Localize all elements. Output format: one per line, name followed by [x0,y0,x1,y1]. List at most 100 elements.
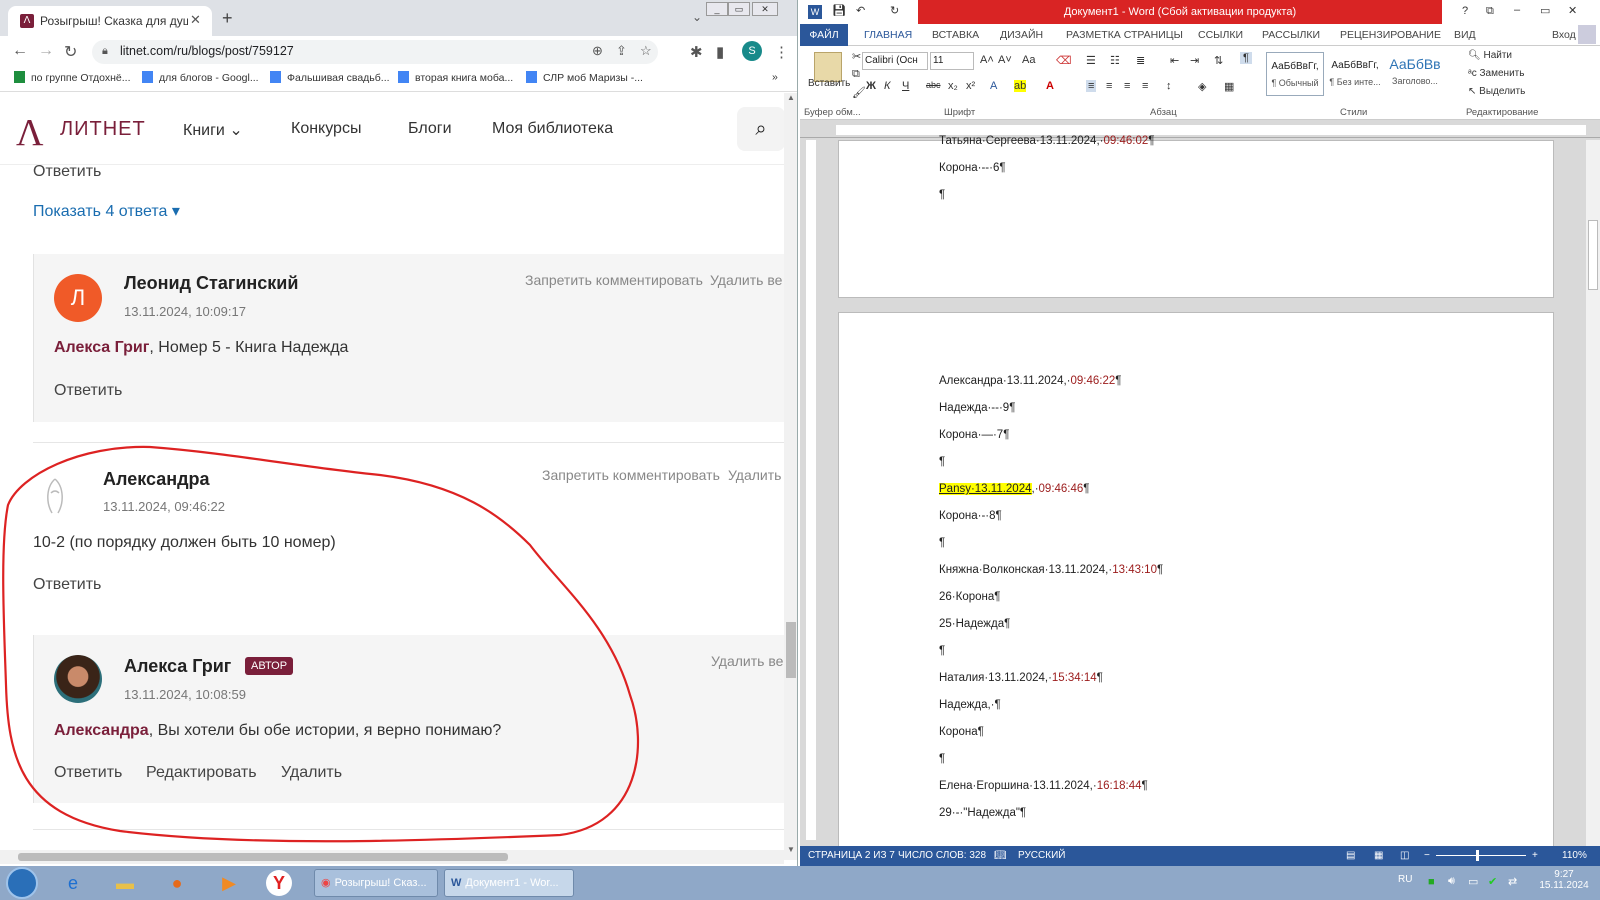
copy-icon[interactable]: ⧉ [852,68,860,81]
nav-contests[interactable]: Конкурсы [291,120,361,138]
format-painter-icon[interactable]: 🖌︎ [852,86,866,99]
taskbar-word-task[interactable]: W Документ1 - Wor... [444,869,574,897]
tab-references[interactable]: ССЫЛКИ [1198,29,1243,41]
close-tab-icon[interactable]: ✕ [190,12,201,28]
reply-link[interactable]: Ответить [33,165,101,181]
zoom-slider-thumb[interactable] [1476,850,1479,861]
logo-text[interactable]: ЛИТНЕТ [60,118,146,141]
firefox-icon[interactable]: ● [162,870,192,896]
decrease-indent-icon[interactable]: ⇤ [1170,54,1179,67]
sort-icon[interactable]: ⇅ [1214,54,1223,67]
scrollbar-thumb[interactable] [18,853,508,861]
delete-link[interactable]: Удалить ве [711,653,783,669]
align-center-icon[interactable]: ≡ [1106,80,1112,92]
folder-icon[interactable]: ▬ [110,870,140,896]
multilevel-icon[interactable]: ≣ [1136,54,1145,67]
share-icon[interactable]: ⇪ [616,43,627,59]
underline-icon[interactable]: Ч [902,80,909,92]
paste-button[interactable]: Вставить [808,78,850,89]
language-indicator[interactable]: РУССКИЙ [1018,850,1065,861]
browser-tab[interactable]: Λ Розыгрыш! Сказка для души - Б ✕ [8,6,212,36]
page-indicator[interactable]: СТРАНИЦА 2 ИЗ 7 [808,850,895,861]
close-icon[interactable]: ✕ [1568,4,1577,17]
replace-button[interactable]: ᵃc Заменить [1468,68,1524,79]
reload-icon[interactable]: ↻ [64,42,77,62]
yandex-icon[interactable]: Y [266,870,292,896]
ribbon-display-icon[interactable]: ⧉ [1486,5,1494,18]
signin-link[interactable]: Вход [1552,29,1576,41]
document-line[interactable]: Корона·-·8¶ [939,510,1002,522]
restore-button[interactable]: ▭ [728,2,750,16]
document-line[interactable]: ¶ [939,456,945,468]
increase-indent-icon[interactable]: ⇥ [1190,54,1199,67]
align-left-icon[interactable]: ≡ [1086,80,1097,92]
document-line[interactable]: Елена·Егоршина·13.11.2024,·16:18:44¶ [939,780,1148,792]
maximize-icon[interactable]: ▭ [1540,4,1550,17]
font-color-icon[interactable]: A [1046,80,1054,92]
document-line[interactable]: Корона·—·7¶ [939,429,1009,441]
document-line[interactable]: ¶ [939,189,945,201]
start-button[interactable] [6,867,38,899]
zoom-icon[interactable]: ⊕ [592,43,603,59]
web-layout-icon[interactable]: ◫ [1400,850,1409,861]
numbering-icon[interactable]: ☷ [1110,54,1120,67]
more-bookmarks-icon[interactable]: » [772,71,778,83]
find-button[interactable]: 🔍︎ Найти [1468,50,1512,61]
grow-font-icon[interactable]: A˄ [980,54,994,66]
profile-avatar[interactable]: S [742,41,762,61]
strikethrough-icon[interactable]: abc [926,80,941,90]
document-line[interactable]: Наталия·13.11.2024,·15:34:14¶ [939,672,1103,684]
media-player-icon[interactable]: ▶ [214,870,244,896]
bookmark-item[interactable]: Фальшивая свадьб... [270,71,390,84]
highlight-icon[interactable]: ab [1014,80,1027,92]
superscript-icon[interactable]: x² [966,80,975,92]
nav-my-library[interactable]: Моя библиотека [492,120,613,138]
minimize-icon[interactable]: – [1514,4,1520,16]
document-line[interactable]: Корона·--·6¶ [939,162,1006,174]
tab-insert[interactable]: ВСТАВКА [932,29,979,41]
read-mode-icon[interactable]: ▤ [1346,850,1355,861]
align-right-icon[interactable]: ≡ [1124,80,1130,92]
word-count[interactable]: ЧИСЛО СЛОВ: 328 [898,850,986,861]
document-line[interactable]: 25·Надежда¶ [939,618,1010,630]
show-replies-link[interactable]: Показать 4 ответа ▾ [33,201,180,221]
scroll-up-icon[interactable]: ▲ [787,93,795,102]
document-line[interactable]: Княжна·Волконская·13.11.2024,·13:43:10¶ [939,564,1163,576]
comment-author[interactable]: Леонид Стагинский [124,273,298,294]
show-marks-icon[interactable]: ¶ [1240,52,1252,64]
lock-icon[interactable]: 🔒︎ [102,45,108,58]
document-page[interactable]: Татьяна·Сергеева·13.11.2024,·09:46:02¶ Ко… [838,135,1554,298]
shrink-font-icon[interactable]: A˅ [998,54,1012,66]
undo-icon[interactable]: ↶ [856,4,865,17]
style-no-spacing[interactable]: АаБбВвГг, ¶ Без инте... [1326,52,1384,96]
tab-file[interactable]: ФАЙЛ [800,24,848,46]
minimize-button[interactable]: _ [706,2,728,16]
help-icon[interactable]: ? [1462,5,1468,17]
taskbar-chrome-task[interactable]: ◉ Розыгрыш! Сказ... [314,869,438,897]
user-avatar-icon[interactable] [1578,25,1596,44]
text-effects-icon[interactable]: A [990,80,997,92]
tab-design[interactable]: ДИЗАЙН [1000,29,1043,41]
bookmark-star-icon[interactable]: ☆ [640,43,652,59]
litnet-logo-icon[interactable]: Λ [16,111,44,155]
document-line[interactable]: 29·-·"Надежда"¶ [939,807,1026,819]
select-button[interactable]: ↖ Выделить [1468,86,1525,97]
shading-icon[interactable]: ◈ [1198,80,1206,93]
font-name-select[interactable]: Calibri (Осн [862,52,928,70]
save-icon[interactable]: 💾︎ [832,4,846,17]
internet-explorer-icon[interactable]: e [58,870,88,896]
avatar[interactable]: Л [54,274,102,322]
document-line[interactable]: 26·Корона¶ [939,591,1000,603]
document-scrollbar[interactable] [1586,140,1600,852]
vertical-scrollbar[interactable]: ▲ ▼ [784,93,797,860]
line-spacing-icon[interactable]: ↕ [1166,80,1172,92]
document-line[interactable]: Надежда,·¶ [939,699,1001,711]
network-icon[interactable]: ▭ [1468,875,1478,888]
justify-icon[interactable]: ≡ [1142,80,1148,92]
tab-search-chevron-icon[interactable]: ⌄ [692,10,702,24]
ruler-track[interactable] [836,125,1586,135]
delete-link[interactable]: Удалить [728,467,781,483]
scrollbar-thumb[interactable] [1588,220,1598,290]
document-line[interactable]: Корона¶ [939,726,984,738]
style-normal[interactable]: АаБбВвГг, ¶ Обычный [1266,52,1324,96]
